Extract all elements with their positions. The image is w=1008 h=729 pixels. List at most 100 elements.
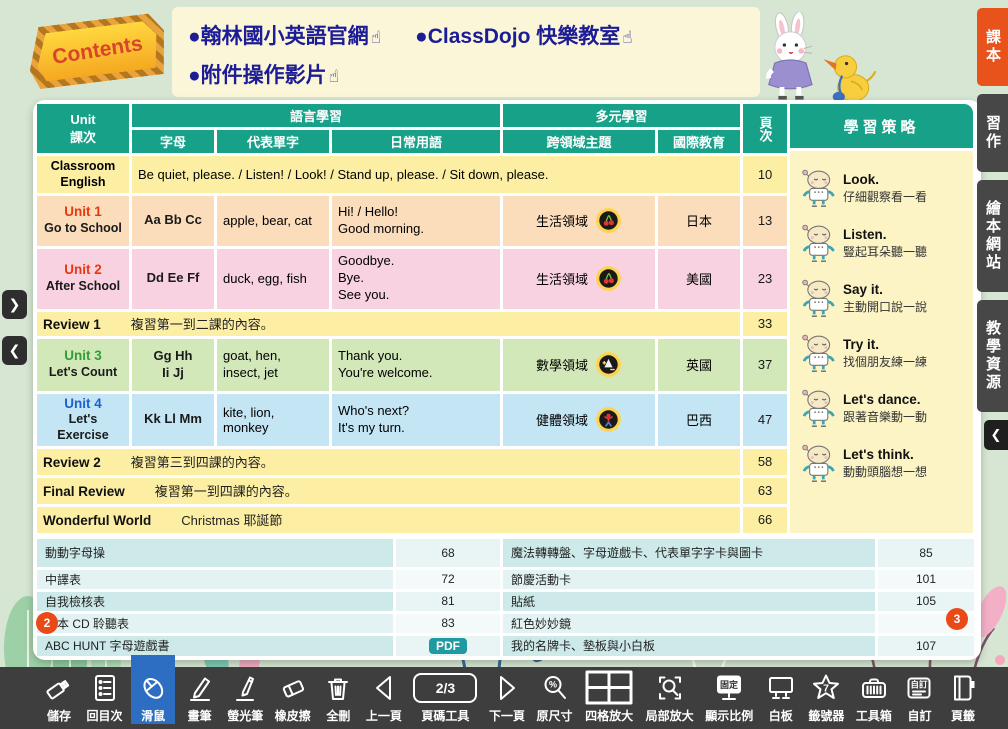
strategy-item-listen: Listen.豎起耳朵聽一聽 <box>796 221 969 265</box>
col-header-letters: 字母 <box>132 130 214 153</box>
link-attachment-videos[interactable]: ●附件操作影片☝ <box>188 59 339 89</box>
robot-mascot-icon <box>796 331 836 375</box>
page-number-badge-right: 3 <box>946 608 968 630</box>
pencil-icon <box>184 672 216 704</box>
resource-tab-bar: 課本 習作 繪本網站 教學資源 ❮ <box>977 8 1008 450</box>
col-header-multi-learning: 多元學習 <box>503 104 740 127</box>
custom-settings-icon: 自訂 <box>903 672 935 704</box>
toc-row-final-review: Final Review複習第一到四課的內容。 63 <box>37 478 787 504</box>
page-number-badge-left: 2 <box>36 612 58 634</box>
page-header: Contents ●翰林國小英語官網☝ ●ClassDojo 快樂教室☝ ●附件… <box>0 0 1008 100</box>
usb-save-icon <box>43 672 75 704</box>
toolbar-page-tab-button[interactable]: 頁籤 <box>944 672 982 724</box>
toolbar-pen-button[interactable]: 畫筆 <box>181 672 219 724</box>
toolbar-delete-all-button[interactable]: 全刪 <box>319 672 357 724</box>
col-header-language-learning: 語言學習 <box>132 104 500 127</box>
toc-row-unit2: Unit 2After School Dd Ee Ff duck, egg, f… <box>37 249 787 309</box>
strategy-item-try-it: Try it.找個朋友練一練 <box>796 331 969 375</box>
appendix-table: 動動字母操 68 魔法轉轉盤、字母遊戲卡、代表單字字卡與圖卡 85 中譯表 72… <box>34 536 977 659</box>
appendix-row: 動動字母操 68 魔法轉轉盤、字母遊戲卡、代表單字字卡與圖卡 85 <box>37 539 974 567</box>
svg-text:固定: 固定 <box>720 679 739 690</box>
strategy-item-lets-dance: Let's dance.跟著音樂動一動 <box>796 386 969 430</box>
highlighter-icon <box>229 672 261 704</box>
tab-picturebook-site[interactable]: 繪本網站 <box>977 180 1008 292</box>
toolbar-display-ratio-button[interactable]: 固定 顯示比例 <box>702 672 756 724</box>
toolbar-next-page-button[interactable]: 下一頁 <box>486 672 528 724</box>
toc-row-wonderful-world: Wonderful WorldChristmas 耶誕節 66 <box>37 507 787 533</box>
zoom-percent-icon: % <box>539 672 571 704</box>
page-indicator: 2/3 <box>413 672 477 704</box>
tab-teaching-resources[interactable]: 教學資源 <box>977 300 1008 412</box>
toolbar-eraser-button[interactable]: 橡皮擦 <box>272 672 314 724</box>
contents-page-panel: Unit課次 語言學習 多元學習 頁次 字母 代表單字 日常用語 跨領域主題 國… <box>33 100 981 660</box>
next-triangle-icon <box>491 672 523 704</box>
toolbox-icon <box>858 672 890 704</box>
robot-mascot-icon <box>796 386 836 430</box>
col-header-international: 國際教育 <box>658 130 740 153</box>
robot-mascot-icon <box>796 221 836 265</box>
col-header-phrases: 日常用語 <box>332 130 500 153</box>
learning-strategy-panel: 學習策略 Look.仔細觀察看一看 Listen.豎起耳朵聽一聽 Say it.… <box>790 101 976 536</box>
curiosity-badge-icon <box>595 207 622 234</box>
bookmark-page-icon <box>947 672 979 704</box>
mouse-icon <box>137 672 169 704</box>
toc-row-unit4: Unit 4Let's Exercise Kk Ll Mm kite, lion… <box>37 394 787 446</box>
tab-textbook[interactable]: 課本 <box>977 8 1008 86</box>
toolbar-toc-button[interactable]: 回目次 <box>84 672 126 724</box>
toc-row-unit1: Unit 1Go to School Aa Bb Cc apple, bear,… <box>37 196 787 246</box>
robot-mascot-icon <box>796 166 836 210</box>
robot-mascot-icon <box>796 276 836 320</box>
col-header-page: 頁次 <box>743 104 787 153</box>
toolbar-page-tool-button[interactable]: 2/3 頁碼工具 <box>410 672 480 724</box>
toolbar-number-picker-button[interactable]: 7 籤號器 <box>805 672 847 724</box>
svg-text:%: % <box>549 680 557 690</box>
toolbar-original-size-button[interactable]: % 原尺寸 <box>534 672 576 724</box>
toc-row-review1: Review 1複習第一到二課的內容。 33 <box>37 312 787 336</box>
region-zoom-icon <box>654 672 686 704</box>
four-grid-icon <box>584 672 634 704</box>
link-hanlin-english-site[interactable]: ●翰林國小英語官網☝ <box>188 20 381 50</box>
toolbar-mouse-button[interactable]: 滑鼠 <box>131 672 175 724</box>
hand-cursor-icon: ☝ <box>371 28 381 47</box>
toolbar-custom-button[interactable]: 自訂 自訂 <box>900 672 938 724</box>
toolbar-save-button[interactable]: 儲存 <box>40 672 78 724</box>
panel-next-arrow-button[interactable]: ❯ <box>2 290 27 319</box>
star-number-icon: 7 <box>809 672 843 704</box>
hand-cursor-icon: ☝ <box>329 67 339 86</box>
toolbar-highlighter-button[interactable]: 螢光筆 <box>224 672 266 724</box>
panel-prev-arrow-button[interactable]: ❮ <box>2 336 27 365</box>
col-header-cross-domain: 跨領域主題 <box>503 130 655 153</box>
monitor-fixed-icon: 固定 <box>713 672 745 704</box>
strategy-panel-title: 學習策略 <box>790 104 973 148</box>
exercise-badge-icon <box>595 406 622 433</box>
col-header-words: 代表單字 <box>217 130 329 153</box>
col-header-unit: Unit課次 <box>37 104 129 153</box>
toolbar-prev-page-button[interactable]: 上一頁 <box>363 672 405 724</box>
list-icon <box>89 672 121 704</box>
link-classdojo[interactable]: ●ClassDojo 快樂教室☝ <box>415 20 633 50</box>
eraser-icon <box>277 672 309 704</box>
appendix-row: ABC HUNT 字母遊戲書 PDF 我的名牌卡、墊板與小白板 107 <box>37 636 974 656</box>
appendix-row: 課本 CD 聆聽表 83 紅色妙妙鏡 <box>37 614 974 633</box>
toolbar-whiteboard-button[interactable]: 白板 <box>762 672 800 724</box>
pdf-button[interactable]: PDF <box>429 638 467 654</box>
strategy-item-lets-think: Let's think.動動頭腦想一想 <box>796 441 969 485</box>
toc-row-review2: Review 2複習第三到四課的內容。 58 <box>37 449 787 475</box>
tab-workbook[interactable]: 習作 <box>977 94 1008 172</box>
whiteboard-icon <box>765 672 797 704</box>
curiosity-badge-icon <box>595 265 622 292</box>
toc-row-classroom-english: Classroom English Be quiet, please. / Li… <box>37 156 787 193</box>
hand-cursor-icon: ☝ <box>622 28 632 47</box>
toolbar-partial-zoom-button[interactable]: 局部放大 <box>643 672 697 724</box>
svg-text:自訂: 自訂 <box>911 680 929 690</box>
robot-mascot-icon <box>796 441 836 485</box>
sidebar-collapse-button[interactable]: ❮ <box>984 420 1008 450</box>
strategy-item-look: Look.仔細觀察看一看 <box>796 166 969 210</box>
appendix-row: 中譯表 72 節慶活動卡 101 <box>37 570 974 589</box>
contents-badge-label: Contents <box>50 32 144 70</box>
toolbar-four-grid-zoom-button[interactable]: 四格放大 <box>581 672 637 724</box>
bottom-toolbar: 儲存 回目次 滑鼠 畫筆 螢光筆 橡皮擦 全刪 上一頁 2/3 頁碼工具 下一頁… <box>0 667 1008 729</box>
svg-text:7: 7 <box>823 683 829 695</box>
toc-table: Unit課次 語言學習 多元學習 頁次 字母 代表單字 日常用語 跨領域主題 國… <box>34 101 790 536</box>
toolbar-toolbox-button[interactable]: 工具箱 <box>853 672 895 724</box>
